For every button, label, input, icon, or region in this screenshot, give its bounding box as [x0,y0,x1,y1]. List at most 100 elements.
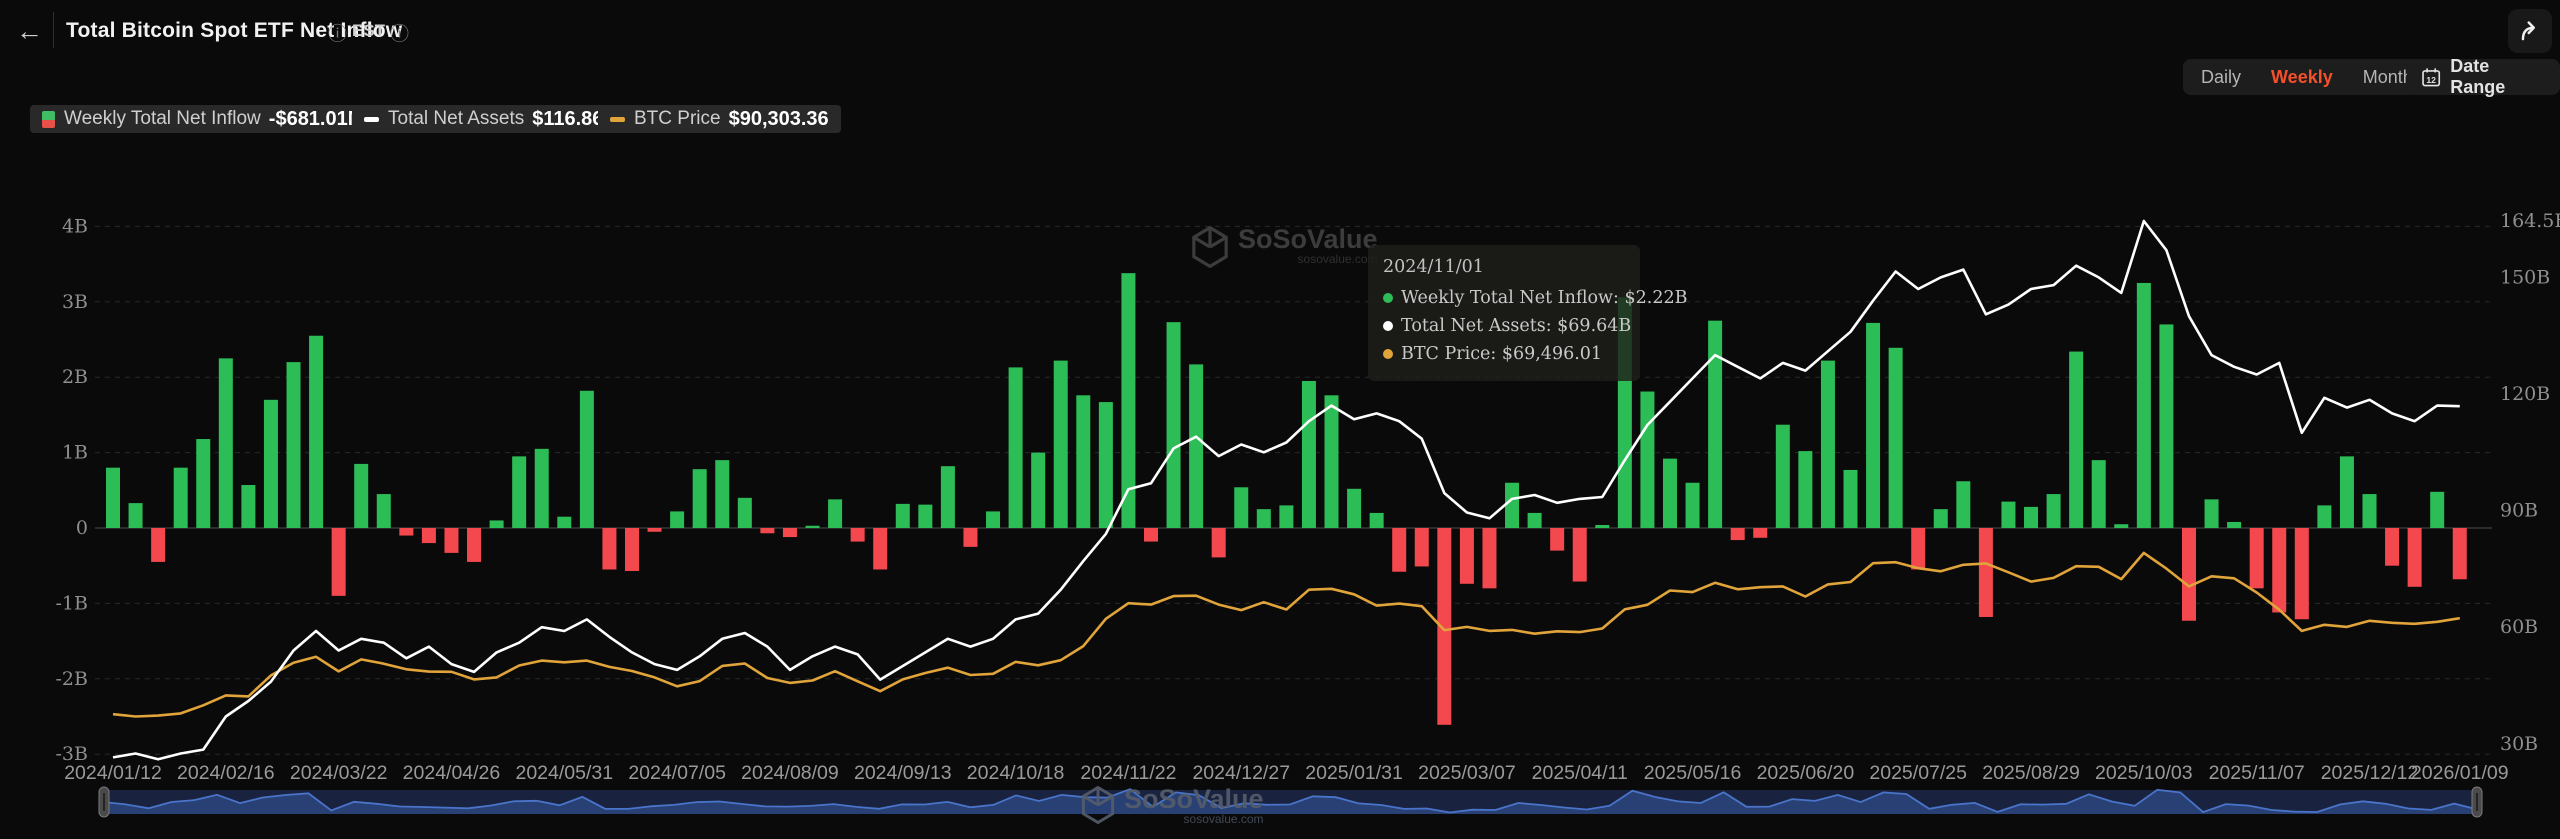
inflow-bar[interactable] [196,439,210,528]
btc-price-line[interactable] [113,553,2460,717]
inflow-bar[interactable] [828,499,842,528]
inflow-bar[interactable] [1279,505,1293,528]
inflow-bar[interactable] [1325,395,1339,528]
inflow-bar[interactable] [332,528,346,596]
inflow-bar[interactable] [963,528,977,547]
inflow-bar[interactable] [2182,528,2196,621]
inflow-bar[interactable] [1054,361,1068,528]
inflow-bar[interactable] [896,504,910,528]
inflow-bar[interactable] [2317,505,2331,528]
inflow-bar[interactable] [1257,509,1271,528]
inflow-bar[interactable] [2227,522,2241,528]
inflow-bar[interactable] [2408,528,2422,587]
inflow-bar[interactable] [851,528,865,542]
inflow-bar[interactable] [264,400,278,528]
inflow-bar[interactable] [219,358,233,528]
inflow-bar[interactable] [1573,528,1587,582]
inflow-bar[interactable] [2363,494,2377,528]
inflow-bar[interactable] [422,528,436,543]
inflow-bar[interactable] [1911,528,1925,569]
inflow-bar[interactable] [2047,494,2061,528]
inflow-bar[interactable] [1956,481,1970,528]
inflow-bar[interactable] [444,528,458,553]
inflow-bar[interactable] [1099,402,1113,528]
zoom-navigator[interactable] [99,787,2482,817]
inflow-bar[interactable] [1415,528,1429,566]
inflow-bar[interactable] [2159,324,2173,528]
inflow-bar[interactable] [1844,470,1858,528]
inflow-bar[interactable] [1708,321,1722,528]
inflow-bar[interactable] [1031,453,1045,528]
inflow-bar[interactable] [2114,524,2128,528]
inflow-bar[interactable] [467,528,481,562]
inflow-bar[interactable] [1460,528,1474,584]
main-chart[interactable]: 4B3B2B1B0-1B-2B-3B164.5B150B120B90B60B30… [0,0,2560,839]
navigator-left-handle[interactable] [99,787,109,817]
inflow-bar[interactable] [2092,460,2106,528]
inflow-bar[interactable] [1189,364,1203,528]
inflow-bar[interactable] [2295,528,2309,619]
inflow-bar[interactable] [986,511,1000,528]
inflow-bar[interactable] [1753,528,1767,538]
inflow-bar[interactable] [241,485,255,528]
inflow-bar[interactable] [1595,525,1609,528]
inflow-bar[interactable] [1234,487,1248,528]
inflow-bar[interactable] [1663,459,1677,528]
inflow-bar[interactable] [693,469,707,528]
navigator-right-handle[interactable] [2472,787,2482,817]
inflow-bar[interactable] [512,456,526,528]
inflow-bar[interactable] [1731,528,1745,540]
inflow-bar[interactable] [1979,528,1993,617]
inflow-bar[interactable] [2272,528,2286,612]
inflow-bar[interactable] [918,505,932,528]
inflow-bar[interactable] [557,517,571,528]
inflow-bar[interactable] [2430,492,2444,528]
inflow-bar[interactable] [648,528,662,532]
inflow-bar[interactable] [806,526,820,528]
inflow-bar[interactable] [309,336,323,528]
inflow-bar[interactable] [1167,322,1181,528]
inflow-bar[interactable] [602,528,616,569]
inflow-bar[interactable] [2340,456,2354,528]
inflow-bar[interactable] [2453,528,2467,579]
inflow-bar[interactable] [174,468,188,528]
inflow-bar[interactable] [1640,392,1654,528]
inflow-bar[interactable] [580,391,594,528]
inflow-bar[interactable] [1776,425,1790,528]
inflow-bar[interactable] [1482,528,1496,588]
inflow-bar[interactable] [2069,352,2083,528]
inflow-bar[interactable] [2137,283,2151,528]
inflow-bar[interactable] [670,511,684,528]
inflow-bar[interactable] [2024,507,2038,528]
inflow-bar[interactable] [377,494,391,528]
inflow-bar[interactable] [1370,513,1384,528]
inflow-bar[interactable] [1821,361,1835,528]
inflow-bar[interactable] [490,520,504,528]
inflow-bar[interactable] [106,468,120,528]
inflow-bar[interactable] [783,528,797,537]
inflow-bar[interactable] [535,449,549,528]
inflow-bar[interactable] [1686,483,1700,528]
inflow-bar[interactable] [941,466,955,528]
inflow-bar[interactable] [2001,502,2015,528]
inflow-bars[interactable] [106,273,2467,725]
inflow-bar[interactable] [1866,323,1880,528]
inflow-bar[interactable] [1212,528,1226,557]
inflow-bar[interactable] [2205,499,2219,528]
inflow-bar[interactable] [1934,509,1948,528]
inflow-bar[interactable] [1798,451,1812,528]
inflow-bar[interactable] [151,528,165,562]
inflow-bar[interactable] [129,503,143,528]
inflow-bar[interactable] [1505,483,1519,528]
inflow-bar[interactable] [760,528,774,533]
inflow-bar[interactable] [1144,528,1158,542]
inflow-bar[interactable] [1302,381,1316,528]
inflow-bar[interactable] [738,498,752,528]
inflow-bar[interactable] [2385,528,2399,566]
inflow-bar[interactable] [1392,528,1406,572]
inflow-bar[interactable] [1347,489,1361,528]
inflow-bar[interactable] [2250,528,2264,588]
inflow-bar[interactable] [399,528,413,536]
inflow-bar[interactable] [1528,513,1542,528]
inflow-bar[interactable] [625,528,639,571]
